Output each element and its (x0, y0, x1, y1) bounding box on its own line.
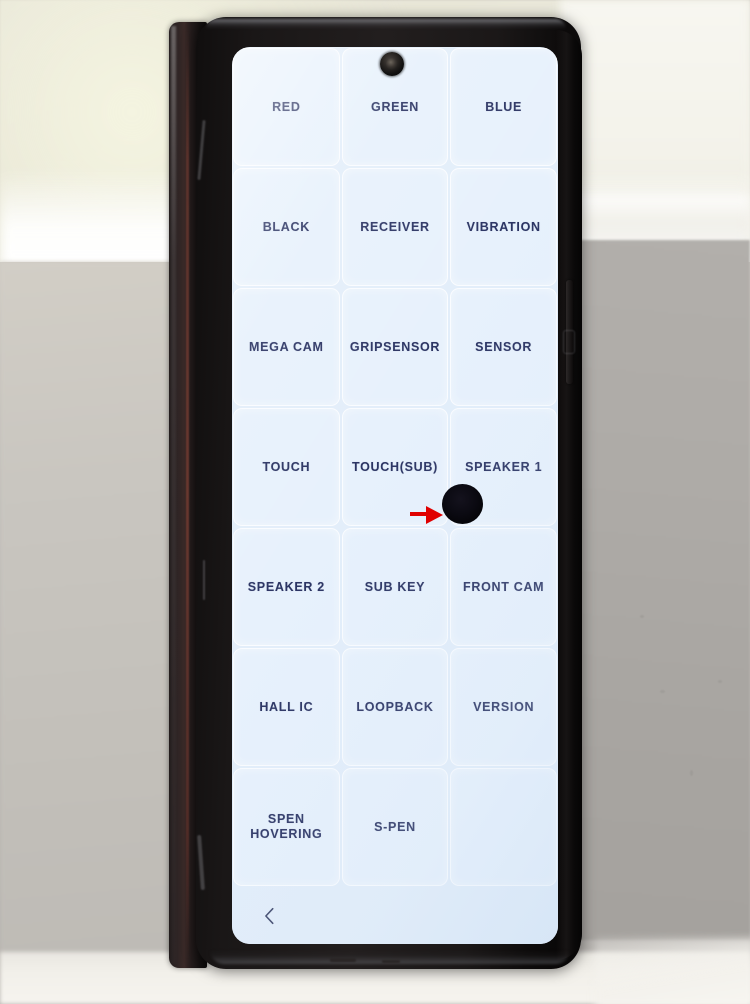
top-camera-lens-icon (386, 58, 398, 70)
red-arrow-annotation-icon (410, 506, 443, 524)
background-speck (660, 690, 665, 693)
screenshot-scene: RED GREEN BLUE BLACK RECEIVER VIBRATION … (0, 0, 750, 1004)
phone-scratch (203, 560, 205, 600)
test-button-label: BLUE (485, 99, 523, 114)
phone-top-bezel-highlight (206, 19, 566, 29)
test-button-front-cam[interactable]: FRONT CAM (450, 528, 557, 646)
test-button-label: S-PEN (374, 819, 416, 834)
test-button-label: HALL IC (259, 699, 314, 714)
test-button-loopback[interactable]: LOOPBACK (341, 648, 449, 766)
punch-hole-camera-icon (442, 484, 483, 524)
phone-screen[interactable]: RED GREEN BLUE BLACK RECEIVER VIBRATION … (232, 47, 558, 944)
background-speck (718, 680, 722, 683)
test-button-mega-cam[interactable]: MEGA CAM (233, 288, 340, 406)
test-button-label: SPEAKER 2 (247, 579, 325, 594)
phone-usb-port (382, 960, 400, 963)
test-button-sensor[interactable]: SENSOR (450, 288, 557, 406)
background-surface-right (560, 240, 750, 940)
chevron-left-icon (265, 907, 274, 924)
test-button-label: TOUCH(SUB) (352, 459, 438, 474)
test-button-red[interactable]: RED (233, 48, 340, 166)
background-speck (690, 770, 693, 776)
test-button-vibration[interactable]: VIBRATION (450, 168, 557, 286)
test-button-black[interactable]: BLACK (233, 168, 340, 286)
phone-speaker-grille (330, 958, 356, 962)
phone-hinge-seam (186, 30, 189, 960)
test-button-label: RECEIVER (360, 219, 430, 234)
test-button-label: GRIPSENSOR (349, 339, 441, 354)
test-button-speaker-2[interactable]: SPEAKER 2 (233, 528, 340, 646)
test-button-label: SPEN HOVERING (250, 812, 323, 841)
test-button-sub-key[interactable]: SUB KEY (341, 528, 449, 646)
test-button-spen-hovering[interactable]: SPEN HOVERING (233, 768, 340, 886)
test-button-label: MEGA CAM (249, 339, 324, 354)
phone-right-rail (556, 30, 582, 960)
test-button-empty-slot (450, 768, 557, 886)
test-button-s-pen[interactable]: S-PEN (341, 768, 449, 886)
background-speck (640, 615, 644, 618)
test-button-version[interactable]: VERSION (450, 648, 557, 766)
test-button-label: FRONT CAM (463, 579, 545, 594)
test-button-label: TOUCH (262, 459, 311, 474)
test-button-label: RED (272, 99, 301, 114)
test-button-label: SPEAKER 1 (465, 459, 543, 474)
fingerprint-reader-mark[interactable] (563, 330, 575, 354)
back-button[interactable] (258, 904, 282, 928)
test-button-label: SUB KEY (364, 579, 426, 594)
diagnostics-test-grid: RED GREEN BLUE BLACK RECEIVER VIBRATION … (232, 47, 558, 887)
test-button-gripsensor[interactable]: GRIPSENSOR (341, 288, 449, 406)
test-button-label: SENSOR (475, 339, 533, 354)
test-button-touch[interactable]: TOUCH (233, 408, 340, 526)
test-button-label: LOOPBACK (356, 699, 434, 714)
test-button-label: BLACK (262, 219, 310, 234)
navigation-bar (232, 887, 558, 944)
test-button-blue[interactable]: BLUE (450, 48, 557, 166)
test-button-label: VERSION (473, 699, 535, 714)
test-button-receiver[interactable]: RECEIVER (341, 168, 449, 286)
phone-spine-highlight (171, 26, 176, 964)
test-button-label: VIBRATION (466, 219, 541, 234)
test-button-label: GREEN (371, 99, 419, 114)
test-button-hall-ic[interactable]: HALL IC (233, 648, 340, 766)
background-bottom-rail-right (595, 938, 750, 1004)
